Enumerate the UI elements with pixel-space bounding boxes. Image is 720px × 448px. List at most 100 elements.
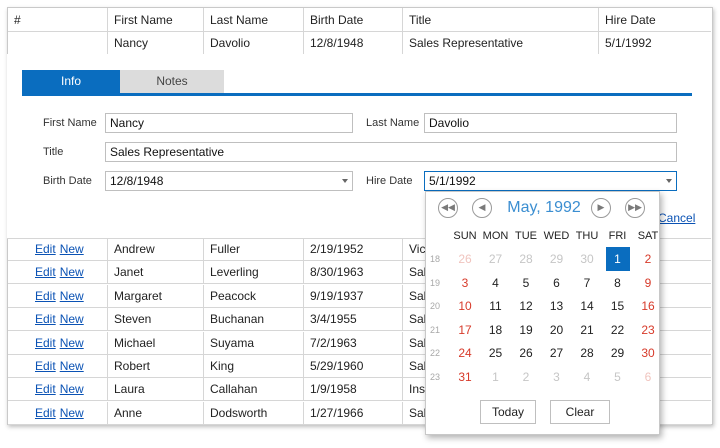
label-title: Title — [43, 146, 64, 158]
cell-birth-date: 12/8/1948 — [304, 32, 403, 55]
cell-first: Janet — [108, 261, 204, 285]
calendar-day[interactable]: 29 — [603, 341, 633, 365]
birth-date-dropdown[interactable]: 12/8/1948 — [105, 171, 353, 191]
tab-notes[interactable]: Notes — [120, 70, 224, 93]
label-first-name: First Name — [43, 117, 97, 129]
cell-birth: 9/19/1937 — [304, 284, 403, 308]
new-link[interactable]: New — [60, 359, 84, 373]
edit-link[interactable]: Edit — [35, 336, 56, 350]
title-input[interactable]: Sales Representative — [105, 142, 677, 162]
calendar-day[interactable]: 4 — [481, 271, 511, 295]
calendar-day[interactable]: 19 — [511, 318, 541, 342]
cell-birth: 7/2/1963 — [304, 331, 403, 355]
calendar-day-other-month[interactable]: 5 — [603, 365, 633, 389]
tab-underline — [22, 93, 692, 96]
edit-link[interactable]: Edit — [35, 242, 56, 256]
calendar-popup: ◀◀ ◀ May, 1992 ▶ ▶▶ SUN MON TUE WED THU FRI SA… — [425, 191, 660, 435]
calendar-day[interactable]: 14 — [572, 294, 602, 318]
edit-link[interactable]: Edit — [35, 406, 56, 420]
calendar-day[interactable]: 23 — [633, 318, 663, 342]
new-link[interactable]: New — [60, 336, 84, 350]
label-last-name: Last Name — [366, 117, 420, 129]
calendar-day[interactable]: 11 — [481, 294, 511, 318]
calendar-day-other-month[interactable]: 30 — [572, 247, 602, 271]
column-header-number[interactable]: # — [8, 8, 108, 32]
calendar-day[interactable]: 5 — [511, 271, 541, 295]
calendar-day-other-month[interactable]: 6 — [633, 365, 663, 389]
edit-link[interactable]: Edit — [35, 312, 56, 326]
calendar-day[interactable]: 17 — [450, 318, 480, 342]
edit-link[interactable]: Edit — [35, 289, 56, 303]
day-grid: 26 27 28 29 30 1 2 3 4 5 6 7 8 9 10 11 12 13 14 15 16 17 18 19 2… — [426, 192, 659, 434]
new-link[interactable]: New — [60, 289, 84, 303]
hire-date-value: 5/1/1992 — [429, 174, 476, 188]
calendar-day[interactable]: 21 — [572, 318, 602, 342]
calendar-day[interactable]: 30 — [633, 341, 663, 365]
calendar-day-other-month[interactable]: 3 — [542, 365, 572, 389]
calendar-day[interactable]: 2 — [633, 247, 663, 271]
cell-first: Steven — [108, 308, 204, 332]
calendar-day[interactable]: 9 — [633, 271, 663, 295]
calendar-day-other-month[interactable]: 26 — [450, 247, 480, 271]
calendar-day[interactable]: 12 — [511, 294, 541, 318]
first-name-input[interactable]: Nancy — [105, 113, 353, 133]
calendar-day[interactable]: 22 — [603, 318, 633, 342]
column-header-birth-date[interactable]: Birth Date — [304, 8, 403, 32]
edit-link[interactable]: Edit — [35, 382, 56, 396]
calendar-day[interactable]: 1 — [603, 247, 633, 271]
hire-date-dropdown[interactable]: 5/1/1992 — [424, 171, 677, 191]
chevron-down-icon[interactable] — [666, 179, 672, 183]
calendar-day[interactable]: 15 — [603, 294, 633, 318]
calendar-day-other-month[interactable]: 1 — [481, 365, 511, 389]
column-header-first-name[interactable]: First Name — [108, 8, 204, 32]
calendar-day[interactable]: 6 — [542, 271, 572, 295]
calendar-day[interactable]: 7 — [572, 271, 602, 295]
cell-hire-date: 5/1/1992 — [599, 32, 711, 55]
last-name-input[interactable]: Davolio — [424, 113, 677, 133]
calendar-day[interactable]: 28 — [572, 341, 602, 365]
calendar-day-other-month[interactable]: 4 — [572, 365, 602, 389]
cell-last: Fuller — [204, 238, 304, 261]
cancel-link[interactable]: Cancel — [658, 211, 695, 225]
calendar-day[interactable]: 24 — [450, 341, 480, 365]
chevron-down-icon[interactable] — [342, 179, 348, 183]
column-header-title[interactable]: Title — [403, 8, 599, 32]
calendar-day[interactable]: 25 — [481, 341, 511, 365]
calendar-day[interactable]: 26 — [511, 341, 541, 365]
calendar-day[interactable]: 3 — [450, 271, 480, 295]
row-command-cell: Edit New — [8, 355, 108, 378]
row-command-cell: Edit New — [8, 401, 108, 425]
new-link[interactable]: New — [60, 406, 84, 420]
row-command-cell — [8, 32, 108, 55]
new-link[interactable]: New — [60, 382, 84, 396]
calendar-day[interactable]: 8 — [603, 271, 633, 295]
calendar-day[interactable]: 13 — [542, 294, 572, 318]
new-link[interactable]: New — [60, 242, 84, 256]
calendar-day-other-month[interactable]: 2 — [511, 365, 541, 389]
edit-link[interactable]: Edit — [35, 265, 56, 279]
column-header-last-name[interactable]: Last Name — [204, 8, 304, 32]
calendar-day-other-month[interactable]: 27 — [481, 247, 511, 271]
cell-last: Suyama — [204, 331, 304, 355]
edit-link[interactable]: Edit — [35, 359, 56, 373]
tab-info[interactable]: Info — [22, 70, 120, 93]
cell-first: Laura — [108, 378, 204, 402]
cell-birth: 1/27/1966 — [304, 401, 403, 425]
new-link[interactable]: New — [60, 265, 84, 279]
calendar-day[interactable]: 20 — [542, 318, 572, 342]
calendar-day[interactable]: 10 — [450, 294, 480, 318]
calendar-day[interactable]: 27 — [542, 341, 572, 365]
cell-last-name: Davolio — [204, 32, 304, 55]
calendar-day[interactable]: 31 — [450, 365, 480, 389]
calendar-day[interactable]: 18 — [481, 318, 511, 342]
calendar-day[interactable]: 16 — [633, 294, 663, 318]
cell-birth: 2/19/1952 — [304, 238, 403, 261]
new-link[interactable]: New — [60, 312, 84, 326]
cell-first: Margaret — [108, 284, 204, 308]
birth-date-value: 12/8/1948 — [110, 174, 164, 188]
cell-last: King — [204, 355, 304, 378]
cell-last: Leverling — [204, 261, 304, 285]
calendar-day-other-month[interactable]: 29 — [542, 247, 572, 271]
calendar-day-other-month[interactable]: 28 — [511, 247, 541, 271]
column-header-hire-date[interactable]: Hire Date — [599, 8, 711, 32]
